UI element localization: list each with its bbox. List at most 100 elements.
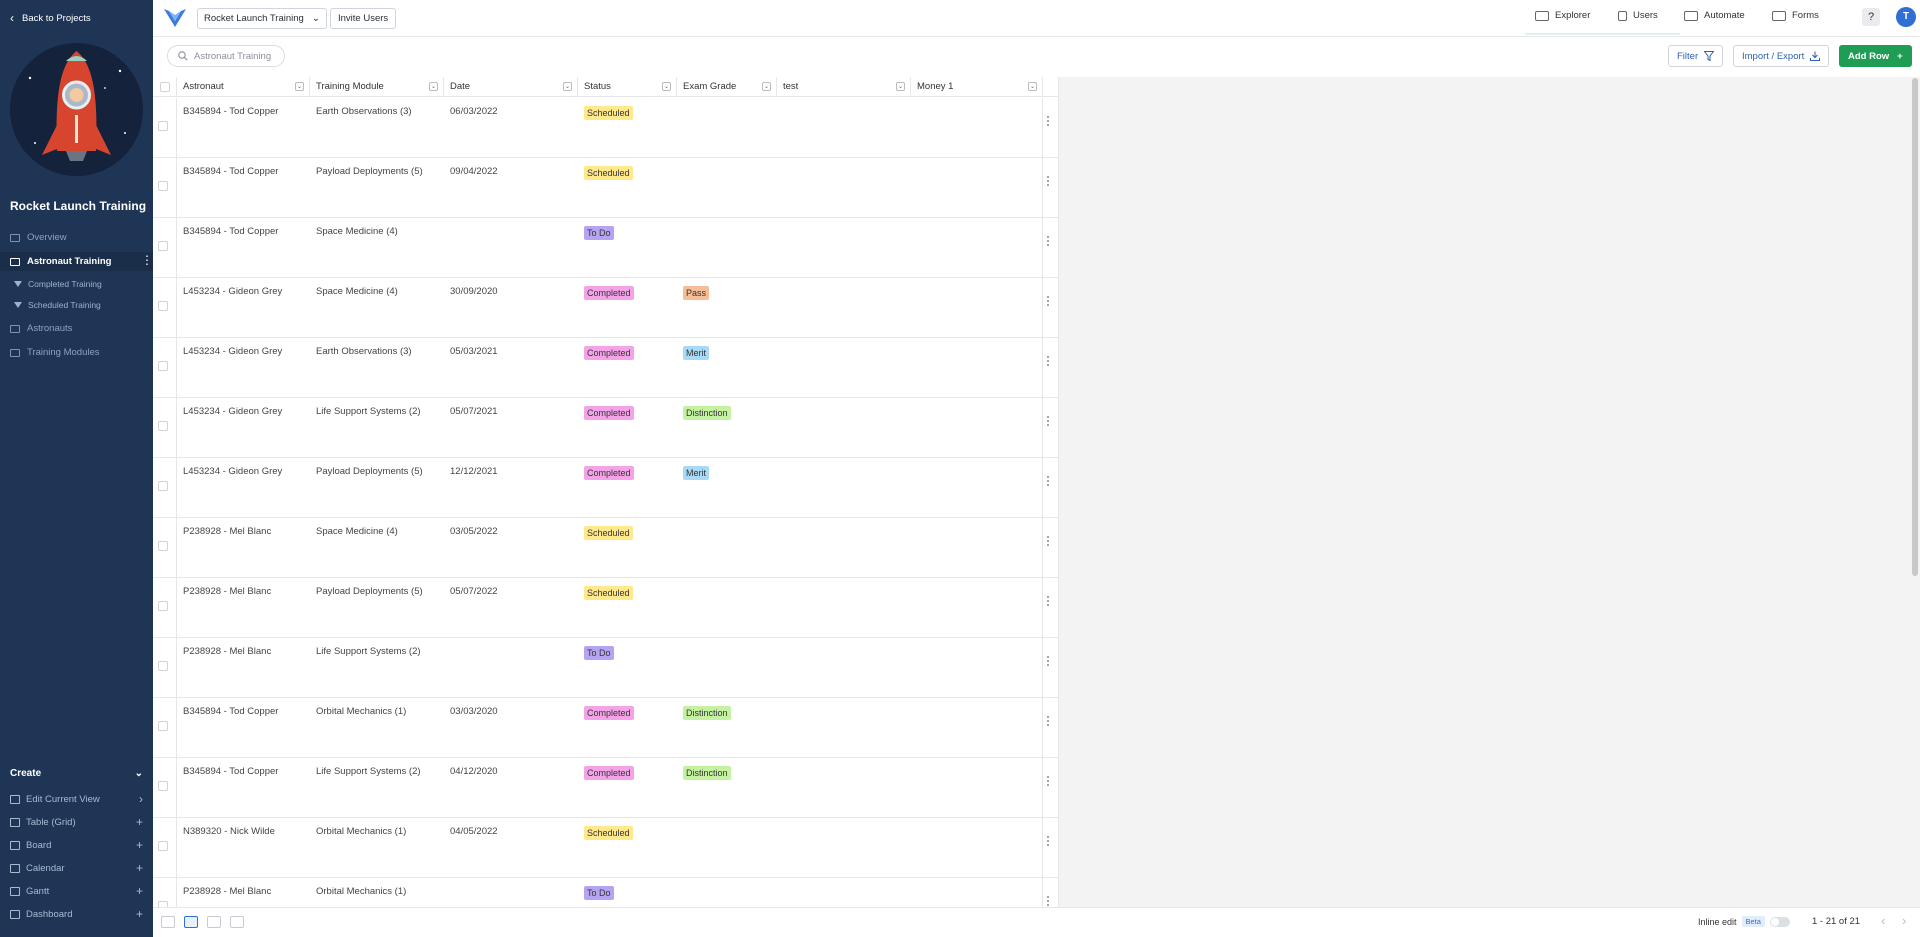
create-board[interactable]: Board + bbox=[10, 838, 143, 852]
cell-training-module[interactable]: Space Medicine (4) bbox=[316, 226, 398, 237]
sidebar-item-astronaut-training[interactable]: Astronaut Training bbox=[10, 256, 111, 267]
row-checkbox[interactable] bbox=[158, 661, 168, 671]
chevron-down-icon[interactable]: ⌄ bbox=[1028, 82, 1037, 91]
nav-forms[interactable]: Forms bbox=[1772, 10, 1819, 21]
cell-status[interactable]: Scheduled bbox=[584, 526, 633, 540]
table-row[interactable]: B345894 - Tod Copper Space Medicine (4) To… bbox=[153, 218, 1058, 278]
column-header-test[interactable]: test ⌄ bbox=[777, 77, 911, 97]
nav-explorer[interactable]: Explorer bbox=[1535, 10, 1590, 21]
cell-status[interactable]: Completed bbox=[584, 346, 634, 360]
create-calendar[interactable]: Calendar + bbox=[10, 861, 143, 875]
nav-automate[interactable]: Automate bbox=[1684, 10, 1745, 21]
cell-exam-grade[interactable]: Merit bbox=[683, 346, 709, 360]
column-header-astronaut[interactable]: Astronaut ⌄ bbox=[177, 77, 310, 97]
cell-date[interactable]: 12/12/2021 bbox=[450, 466, 498, 477]
create-section-header[interactable]: Create ⌄ bbox=[10, 768, 143, 779]
column-header-money-1[interactable]: Money 1 ⌄ bbox=[911, 77, 1043, 97]
row-menu-icon[interactable] bbox=[1047, 896, 1050, 906]
cell-training-module[interactable]: Orbital Mechanics (1) bbox=[316, 886, 406, 897]
cell-astronaut[interactable]: L453234 - Gideon Grey bbox=[183, 286, 282, 297]
create-edit-current-view[interactable]: Edit Current View › bbox=[10, 792, 143, 806]
compact-view-icon[interactable] bbox=[161, 916, 175, 928]
cell-status[interactable]: Scheduled bbox=[584, 166, 633, 180]
cell-training-module[interactable]: Life Support Systems (2) bbox=[316, 406, 421, 417]
create-gantt[interactable]: Gantt + bbox=[10, 884, 143, 898]
sidebar-subview-completed-training[interactable]: Completed Training bbox=[14, 279, 102, 289]
cell-training-module[interactable]: Space Medicine (4) bbox=[316, 526, 398, 537]
cell-astronaut[interactable]: L453234 - Gideon Grey bbox=[183, 346, 282, 357]
app-logo-icon[interactable] bbox=[163, 7, 187, 29]
cell-exam-grade[interactable]: Merit bbox=[683, 466, 709, 480]
cell-exam-grade[interactable]: Pass bbox=[683, 286, 710, 300]
row-checkbox[interactable] bbox=[158, 421, 168, 431]
cell-status[interactable]: To Do bbox=[584, 226, 614, 240]
cell-status[interactable]: To Do bbox=[584, 886, 614, 900]
next-page-icon[interactable]: › bbox=[1902, 913, 1906, 928]
cell-training-module[interactable]: Life Support Systems (2) bbox=[316, 646, 421, 657]
row-menu-icon[interactable] bbox=[1047, 656, 1050, 666]
chevron-down-icon[interactable]: ⌄ bbox=[662, 82, 671, 91]
cell-astronaut[interactable]: B345894 - Tod Copper bbox=[183, 226, 278, 237]
help-button[interactable]: ? bbox=[1862, 8, 1880, 26]
cell-astronaut[interactable]: B345894 - Tod Copper bbox=[183, 766, 278, 777]
plus-icon[interactable]: + bbox=[136, 884, 143, 898]
table-row[interactable]: L453234 - Gideon Grey Earth Observations … bbox=[153, 338, 1058, 398]
cell-status[interactable]: Scheduled bbox=[584, 586, 633, 600]
detail-view-icon[interactable] bbox=[207, 916, 221, 928]
row-menu-icon[interactable] bbox=[1047, 476, 1050, 486]
row-menu-icon[interactable] bbox=[1047, 716, 1050, 726]
user-avatar[interactable]: T bbox=[1896, 7, 1916, 27]
row-checkbox[interactable] bbox=[158, 541, 168, 551]
row-checkbox[interactable] bbox=[158, 241, 168, 251]
cell-astronaut[interactable]: P238928 - Mel Blanc bbox=[183, 586, 271, 597]
cell-astronaut[interactable]: B345894 - Tod Copper bbox=[183, 166, 278, 177]
cell-date[interactable]: 04/12/2020 bbox=[450, 766, 498, 777]
chevron-down-icon[interactable]: ⌄ bbox=[563, 82, 572, 91]
cell-date[interactable]: 06/03/2022 bbox=[450, 106, 498, 117]
table-row[interactable]: L453234 - Gideon Grey Payload Deployments… bbox=[153, 458, 1058, 518]
column-header-training-module[interactable]: Training Module ⌄ bbox=[310, 77, 444, 97]
plus-icon[interactable]: + bbox=[136, 838, 143, 852]
row-menu-icon[interactable] bbox=[1047, 776, 1050, 786]
cell-status[interactable]: Completed bbox=[584, 466, 634, 480]
chevron-down-icon[interactable]: ⌄ bbox=[896, 82, 905, 91]
table-row[interactable]: B345894 - Tod Copper Earth Observations (… bbox=[153, 98, 1058, 158]
table-row[interactable]: P238928 - Mel Blanc Payload Deployments (… bbox=[153, 578, 1058, 638]
table-row[interactable]: B345894 - Tod Copper Orbital Mechanics (1… bbox=[153, 698, 1058, 758]
row-checkbox[interactable] bbox=[158, 361, 168, 371]
cell-astronaut[interactable]: L453234 - Gideon Grey bbox=[183, 466, 282, 477]
cell-date[interactable]: 09/04/2022 bbox=[450, 166, 498, 177]
back-to-projects-link[interactable]: ‹ Back to Projects bbox=[10, 11, 91, 25]
create-dashboard[interactable]: Dashboard + bbox=[10, 907, 143, 921]
cell-date[interactable]: 05/07/2021 bbox=[450, 406, 498, 417]
chevron-down-icon[interactable]: ⌄ bbox=[295, 82, 304, 91]
table-row[interactable]: L453234 - Gideon Grey Space Medicine (4) 3… bbox=[153, 278, 1058, 338]
row-menu-icon[interactable] bbox=[1047, 296, 1050, 306]
column-header-status[interactable]: Status ⌄ bbox=[578, 77, 677, 97]
row-checkbox[interactable] bbox=[158, 781, 168, 791]
row-menu-icon[interactable] bbox=[1047, 116, 1050, 126]
nav-users[interactable]: Users bbox=[1618, 10, 1658, 21]
vertical-scrollbar[interactable] bbox=[1912, 78, 1918, 576]
cell-status[interactable]: Completed bbox=[584, 406, 634, 420]
cell-training-module[interactable]: Payload Deployments (5) bbox=[316, 586, 423, 597]
chevron-down-icon[interactable]: ⌄ bbox=[429, 82, 438, 91]
cell-training-module[interactable]: Orbital Mechanics (1) bbox=[316, 826, 406, 837]
table-row[interactable]: B345894 - Tod Copper Life Support Systems… bbox=[153, 758, 1058, 818]
filter-button[interactable]: Filter bbox=[1668, 45, 1724, 67]
cell-date[interactable]: 03/03/2020 bbox=[450, 706, 498, 717]
cell-date[interactable]: 05/07/2022 bbox=[450, 586, 498, 597]
table-row[interactable]: P238928 - Mel Blanc Orbital Mechanics (1)… bbox=[153, 878, 1058, 907]
add-row-button[interactable]: Add Row + bbox=[1839, 45, 1912, 67]
more-vertical-icon[interactable]: ⋮ bbox=[141, 253, 153, 267]
list-view-icon[interactable] bbox=[184, 916, 198, 928]
cell-training-module[interactable]: Life Support Systems (2) bbox=[316, 766, 421, 777]
create-table-grid[interactable]: Table (Grid) + bbox=[10, 815, 143, 829]
cell-status[interactable]: To Do bbox=[584, 646, 614, 660]
cell-astronaut[interactable]: N389320 - Nick Wilde bbox=[183, 826, 275, 837]
table-row[interactable]: B345894 - Tod Copper Payload Deployments … bbox=[153, 158, 1058, 218]
row-checkbox[interactable] bbox=[158, 721, 168, 731]
row-checkbox[interactable] bbox=[158, 121, 168, 131]
search-input[interactable] bbox=[194, 50, 276, 62]
table-row[interactable]: P238928 - Mel Blanc Life Support Systems … bbox=[153, 638, 1058, 698]
